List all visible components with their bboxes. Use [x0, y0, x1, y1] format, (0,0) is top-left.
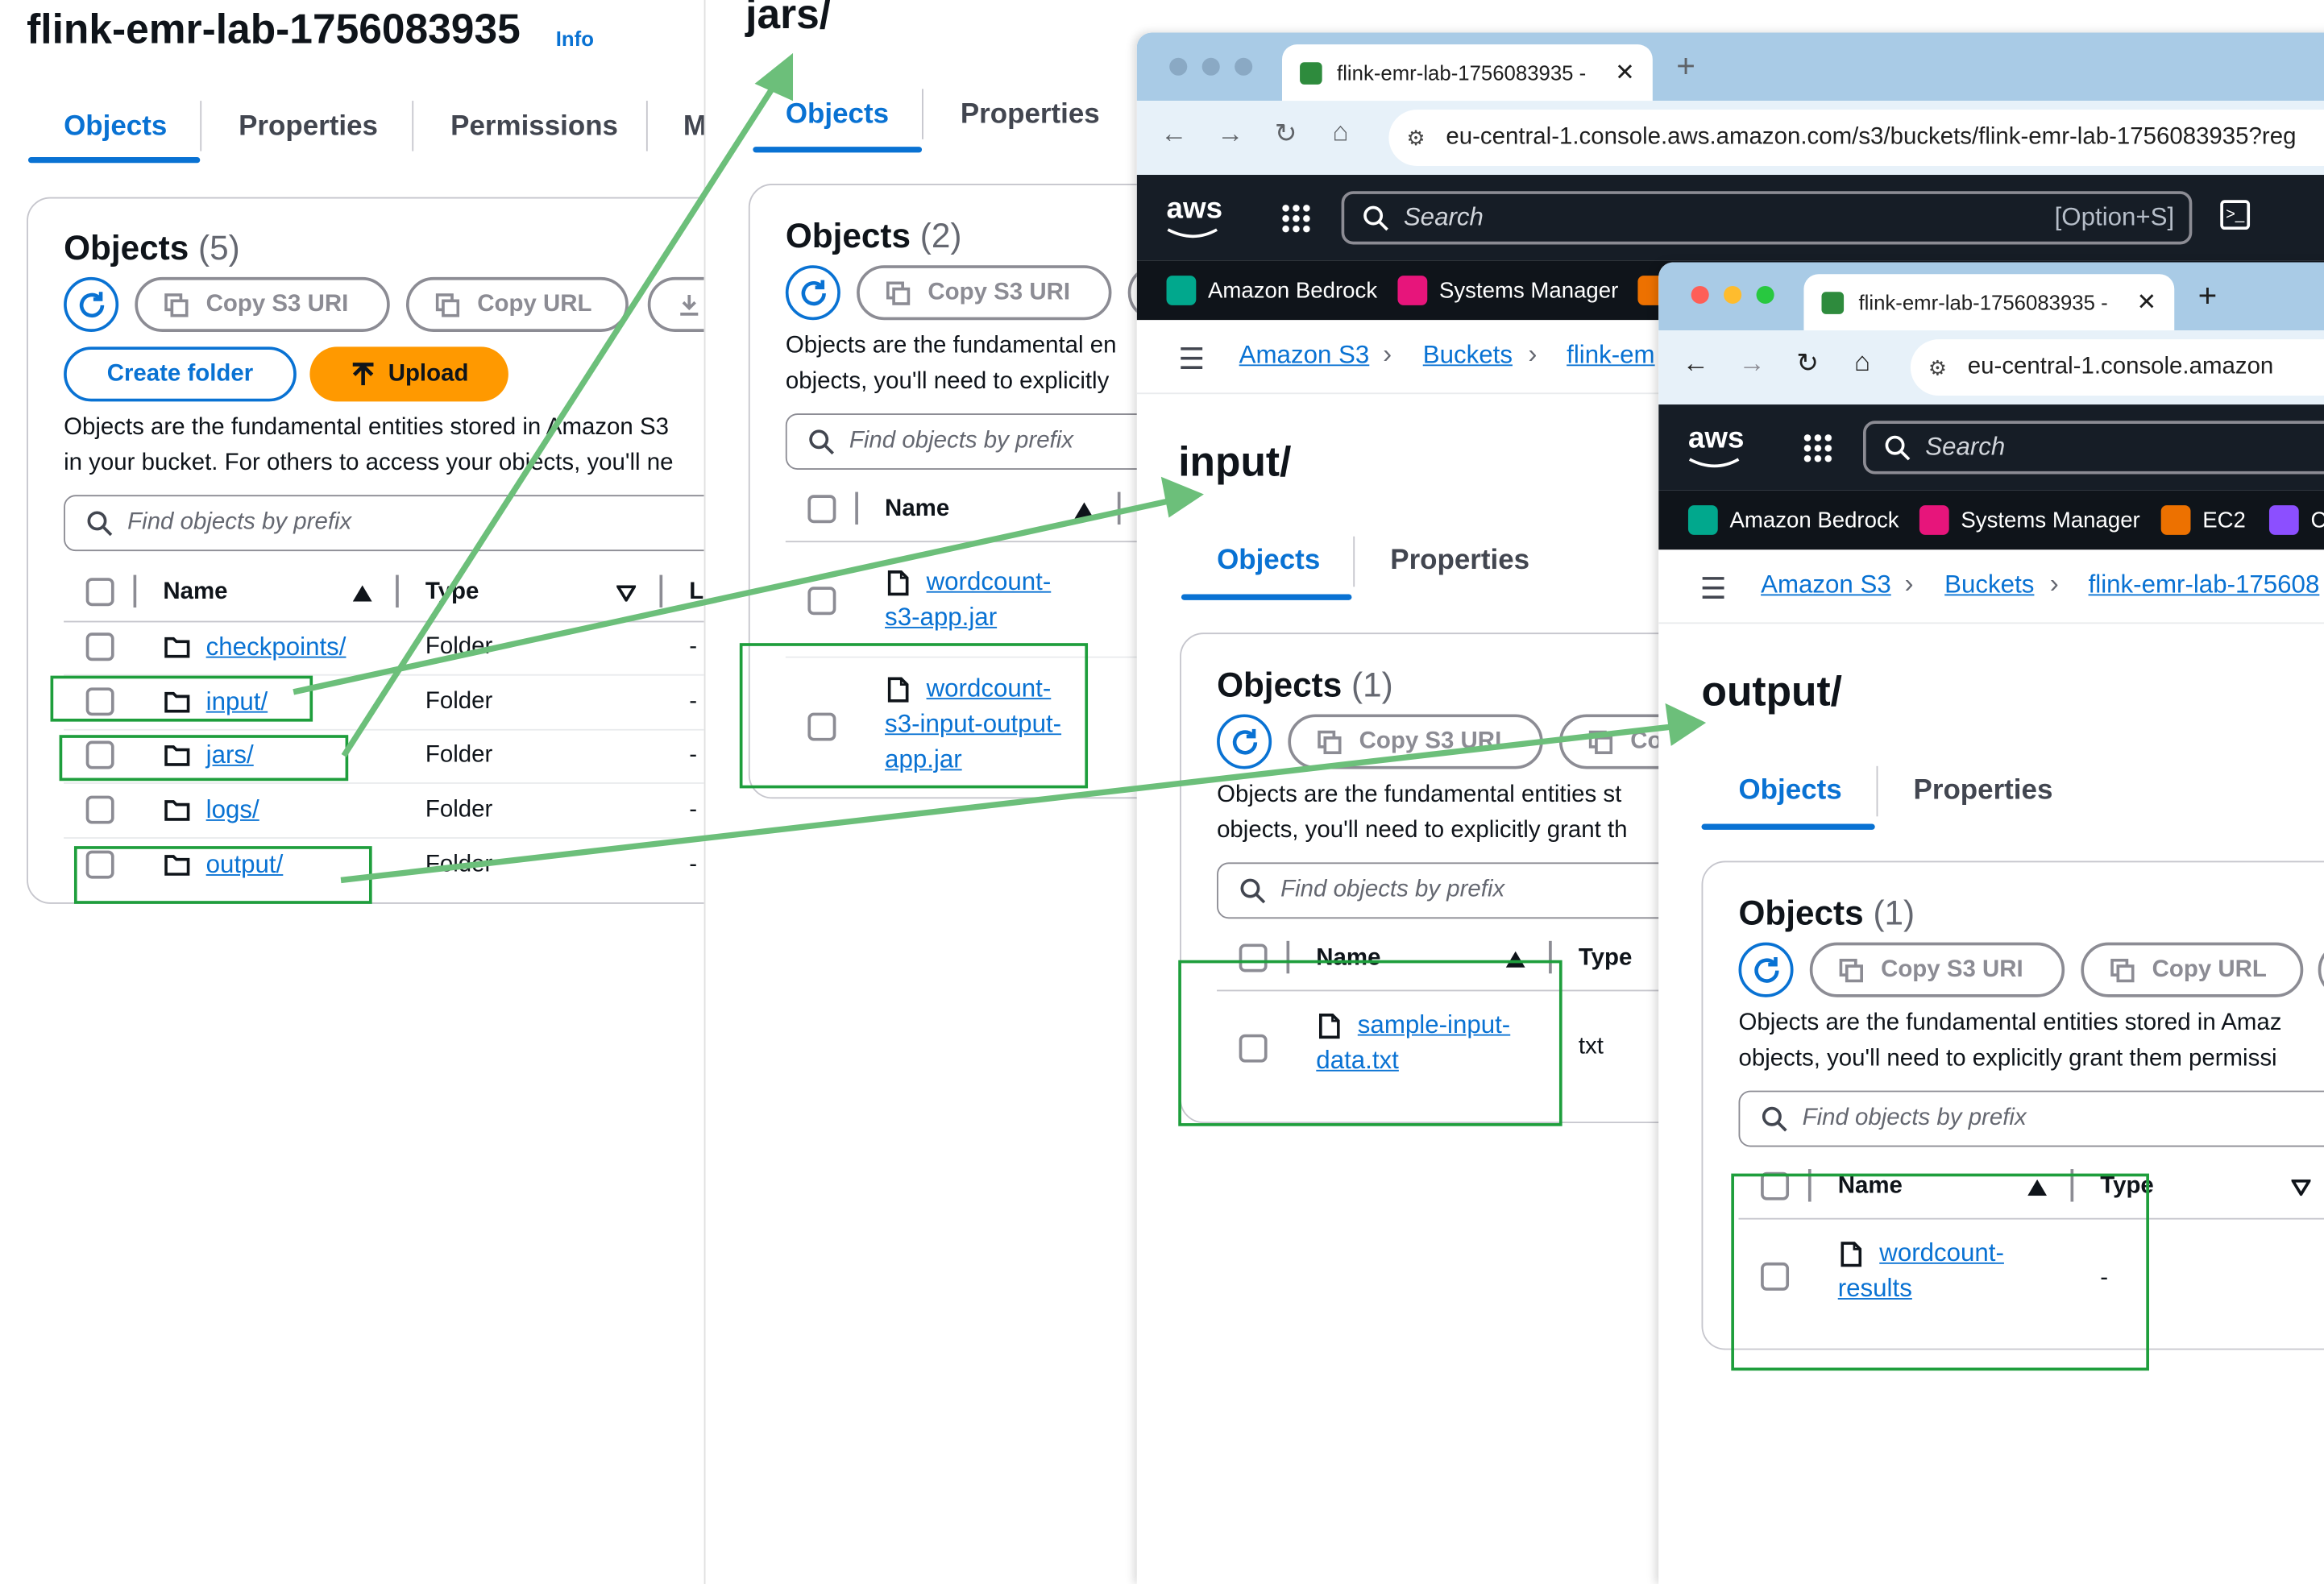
arrow-head: [1665, 703, 1707, 746]
arrow-jars: [341, 75, 782, 757]
annotation-arrows: [293, 52, 1707, 884]
arrow-head: [1160, 476, 1204, 518]
arrow-head: [754, 52, 794, 102]
arrow-output: [340, 723, 1679, 884]
arrow-input: [293, 496, 1178, 695]
